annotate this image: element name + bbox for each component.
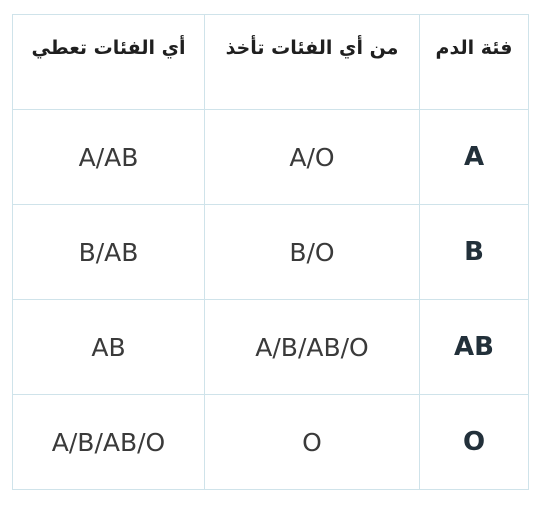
table-row: AB A/B/AB/O AB [12, 299, 529, 395]
blood-type-cell: O [419, 394, 529, 490]
gives-to-cell: A/AB [12, 109, 205, 205]
receives-from-cell: O [204, 394, 420, 490]
receives-from-cell: A/B/AB/O [204, 299, 420, 395]
table-row: A/AB A/O A [12, 109, 529, 205]
blood-type-cell: B [419, 204, 529, 300]
header-blood-type: فئة الدم [419, 14, 529, 110]
blood-type-cell: A [419, 109, 529, 205]
table-row: B/AB B/O B [12, 204, 529, 300]
blood-compatibility-table: أي الفئات تعطي من أي الفئات تأخذ فئة الد… [12, 14, 529, 490]
table-row: A/B/AB/O O O [12, 394, 529, 490]
gives-to-cell: B/AB [12, 204, 205, 300]
gives-to-cell: A/B/AB/O [12, 394, 205, 490]
header-receives-from: من أي الفئات تأخذ [204, 14, 420, 110]
receives-from-cell: B/O [204, 204, 420, 300]
blood-type-cell: AB [419, 299, 529, 395]
receives-from-cell: A/O [204, 109, 420, 205]
table-header-row: أي الفئات تعطي من أي الفئات تأخذ فئة الد… [12, 14, 529, 110]
gives-to-cell: AB [12, 299, 205, 395]
header-gives-to: أي الفئات تعطي [12, 14, 205, 110]
